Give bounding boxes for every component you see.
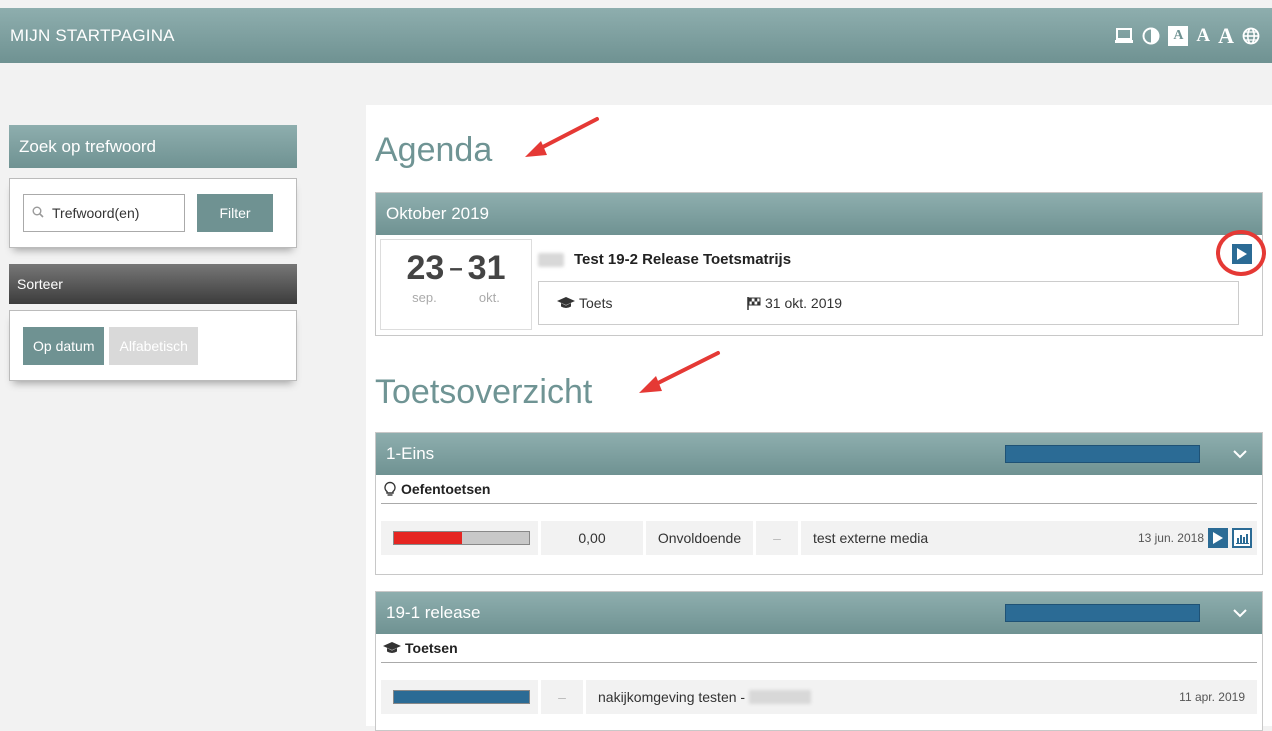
test-name[interactable]: nakijkomgeving testen -: [586, 680, 1180, 714]
sort-panel: Op datum Alfabetisch: [9, 310, 297, 381]
agenda-event: 23–31 sep. okt. Test 19-2 Release Toetsm…: [376, 230, 1266, 334]
chevron-down-icon[interactable]: [1232, 446, 1248, 467]
agenda-title: Agenda: [375, 131, 493, 169]
chevron-down-icon[interactable]: [1232, 605, 1248, 626]
event-title[interactable]: Test 19-2 Release Toetsmatrijs: [574, 251, 791, 268]
score-progress: [381, 680, 541, 714]
test-row: 0,00 Onvoldoende – test externe media 13…: [381, 521, 1257, 555]
search-input[interactable]: Trefwoord(en): [23, 194, 185, 232]
page-title: MIJN STARTPAGINA: [10, 25, 175, 45]
event-date-range: 23–31 sep. okt.: [380, 239, 532, 330]
search-placeholder: Trefwoord(en): [52, 205, 140, 221]
search-panel: Trefwoord(en) Filter: [9, 178, 297, 248]
test-date: 13 jun. 2018: [1137, 531, 1204, 545]
event-info-row: Toets 31 okt. 2019: [538, 281, 1239, 325]
event-start-day: 23: [406, 249, 445, 287]
sort-alphabetical-button[interactable]: Alfabetisch: [109, 326, 198, 365]
test-group: 1-Eins Oefentoetsen 0,00 Onvoldoende – t…: [375, 432, 1263, 575]
test-name-text: nakijkomgeving testen -: [598, 689, 746, 705]
group-progress-bar: [1005, 604, 1200, 622]
annotation-circle: [1216, 230, 1266, 276]
font-size-large-button[interactable]: A: [1218, 23, 1234, 48]
event-start-month: sep.: [412, 290, 437, 305]
agenda-section: Oktober 2019 23–31 sep. okt. Test 19-2 R…: [375, 192, 1266, 336]
test-group-header[interactable]: 1-Eins: [376, 433, 1262, 475]
test-category-header: Toetsen: [381, 634, 1257, 663]
filter-button[interactable]: Filter: [197, 194, 273, 232]
test-category-name: Toetsen: [405, 640, 458, 656]
test-date: 11 apr. 2019: [1179, 680, 1257, 714]
font-size-medium-button[interactable]: A: [1196, 25, 1210, 47]
test-row: – nakijkomgeving testen - 11 apr. 2019: [381, 680, 1257, 714]
globe-icon[interactable]: [1242, 25, 1260, 47]
event-type: Toets: [579, 295, 613, 311]
search-panel-title: Zoek op trefwoord: [9, 125, 297, 168]
test-grade: Onvoldoende: [646, 521, 756, 555]
event-details: Test 19-2 Release Toetsmatrijs Toets 31 …: [538, 230, 1266, 330]
test-score: 0,00: [541, 521, 646, 555]
score-progress-bar: [393, 531, 530, 545]
redacted-text: [749, 690, 812, 704]
graduation-cap-icon: [383, 642, 401, 653]
test-group-header[interactable]: 19-1 release: [376, 592, 1262, 634]
main-content: Agenda Oktober 2019 23–31 sep. okt. Test…: [366, 105, 1272, 731]
toetsoverzicht-title: Toetsoverzicht: [375, 373, 593, 411]
test-group: 19-1 release Toetsen – nakijkomgeving te…: [375, 591, 1263, 731]
test-dash: –: [756, 521, 801, 555]
date-separator: –: [449, 255, 463, 282]
play-icon: [1213, 532, 1223, 544]
sidebar: Zoek op trefwoord Trefwoord(en) Filter S…: [9, 125, 297, 381]
event-play-control: [1216, 230, 1266, 276]
test-dash: –: [541, 680, 586, 714]
event-end-day: 31: [467, 249, 506, 287]
graduation-cap-icon: [557, 297, 575, 308]
font-size-small-button[interactable]: A: [1168, 25, 1189, 46]
test-group-name: 1-Eins: [386, 444, 435, 463]
score-progress: [381, 521, 541, 555]
agenda-month-header: Oktober 2019: [376, 193, 1262, 235]
top-bar: MIJN STARTPAGINA A A A: [0, 8, 1272, 63]
bar-chart-icon: [1236, 534, 1249, 544]
test-results-button[interactable]: [1232, 528, 1252, 548]
redacted-text: [538, 252, 564, 267]
search-icon: [32, 205, 44, 221]
monitor-icon[interactable]: [1114, 25, 1134, 47]
lightbulb-icon: [384, 481, 396, 496]
event-end-month: okt.: [478, 290, 500, 305]
annotation-arrow: [525, 117, 599, 157]
annotation-arrow: [639, 351, 720, 393]
test-category-header: Oefentoetsen: [381, 475, 1257, 504]
group-progress-bar: [1005, 445, 1200, 463]
test-name[interactable]: test externe media: [801, 521, 1138, 555]
accessibility-toolbar: A A A: [1114, 23, 1260, 48]
test-play-button[interactable]: [1208, 528, 1228, 548]
test-date-actions: 13 jun. 2018: [1137, 521, 1257, 555]
event-deadline: 31 okt. 2019: [765, 295, 843, 311]
score-progress-bar: [393, 690, 530, 704]
contrast-icon[interactable]: [1142, 25, 1160, 47]
test-group-name: 19-1 release: [386, 603, 481, 622]
checkered-flag-icon: [747, 296, 761, 310]
sort-by-date-button[interactable]: Op datum: [23, 326, 105, 365]
test-category-name: Oefentoetsen: [401, 481, 491, 497]
sort-panel-title: Sorteer: [9, 264, 297, 304]
